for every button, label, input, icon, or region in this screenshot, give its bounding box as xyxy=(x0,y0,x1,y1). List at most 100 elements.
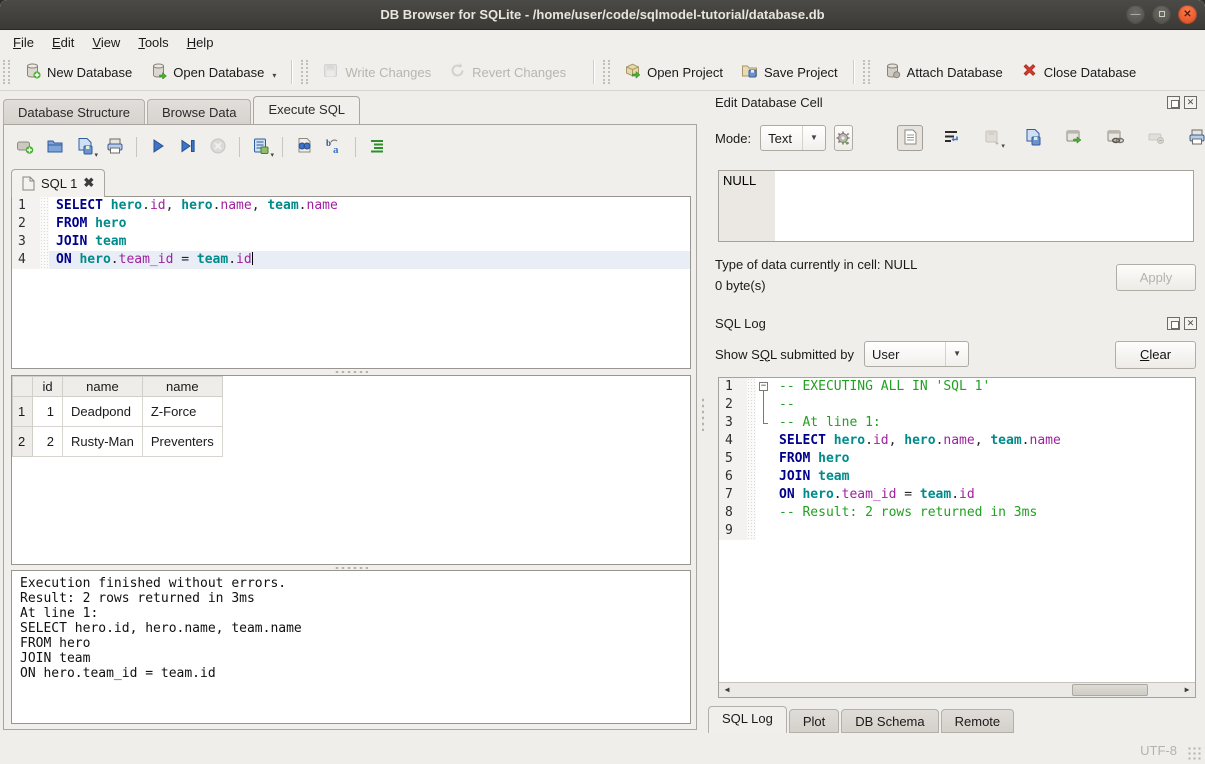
scroll-left-icon[interactable]: ◀ xyxy=(719,683,735,697)
tab-database-structure[interactable]: Database Structure xyxy=(3,99,145,124)
table-row[interactable]: 11DeadpondZ-Force xyxy=(13,397,223,427)
open-project-button[interactable]: Open Project xyxy=(615,57,732,87)
main-tab-area: Database StructureBrowse DataExecute SQL… xyxy=(0,91,703,736)
close-tab-icon[interactable]: ✖ xyxy=(83,175,94,191)
dock-tab-remote[interactable]: Remote xyxy=(941,709,1015,733)
sql-code-editor[interactable]: 1SELECT hero.id, hero.name, team.name2FR… xyxy=(11,196,691,369)
import-settings-button[interactable] xyxy=(834,125,853,151)
mode-select[interactable]: Text ▼ xyxy=(760,125,826,151)
find-text-button[interactable] xyxy=(291,134,317,160)
save-sql-file-button[interactable]: ▾ xyxy=(72,134,98,160)
save-project-button[interactable]: Save Project xyxy=(732,57,847,87)
code-text: -- xyxy=(772,396,1195,414)
fold-collapse-icon[interactable]: − xyxy=(759,382,768,391)
row-header[interactable]: 1 xyxy=(13,397,33,427)
toolbar-handle[interactable] xyxy=(863,60,870,84)
print-cell-button[interactable] xyxy=(1184,125,1205,151)
dropdown-arrow-icon[interactable]: ▾ xyxy=(94,151,98,159)
open-sql-file-button[interactable] xyxy=(42,134,68,160)
code-text: ON hero.team_id = team.id xyxy=(49,251,690,269)
open-database-button[interactable]: Open Database▾ xyxy=(141,57,285,87)
dropdown-arrow-icon[interactable]: ▾ xyxy=(272,71,276,82)
filter-value: User xyxy=(872,347,935,362)
splitter-main[interactable] xyxy=(699,91,707,736)
cell[interactable]: 2 xyxy=(33,427,63,457)
close-icon[interactable]: ✕ xyxy=(1178,5,1197,24)
revert-changes-label: Revert Changes xyxy=(472,65,566,80)
table-corner[interactable] xyxy=(13,377,33,397)
scrollbar-thumb[interactable] xyxy=(1072,684,1147,696)
sql-log-view[interactable]: 1−-- EXECUTING ALL IN 'SQL 1'2--3-- At l… xyxy=(718,377,1196,698)
tab-execute-sql[interactable]: Execute SQL xyxy=(253,96,360,124)
fold-line xyxy=(763,396,764,414)
toolbar-handle[interactable] xyxy=(301,60,308,84)
resize-grip[interactable] xyxy=(1188,747,1202,761)
cell[interactable]: Rusty-Man xyxy=(63,427,143,457)
execute-all-button[interactable] xyxy=(145,134,171,160)
dock-tab-plot[interactable]: Plot xyxy=(789,709,839,733)
apply-button[interactable]: Apply xyxy=(1116,264,1196,291)
menu-tools[interactable]: Tools xyxy=(129,32,177,53)
toolbar-handle[interactable] xyxy=(603,60,610,84)
line-number: 4 xyxy=(12,251,40,269)
line-number: 4 xyxy=(719,432,747,450)
scroll-right-icon[interactable]: ▶ xyxy=(1179,683,1195,697)
open-database-icon xyxy=(150,62,167,82)
text-mode-icon xyxy=(901,128,919,149)
word-wrap-button[interactable] xyxy=(938,125,964,151)
column-header-id[interactable]: id xyxy=(33,377,63,397)
results-grid[interactable]: idnamename11DeadpondZ-Force22Rusty-ManPr… xyxy=(11,375,691,565)
cell[interactable]: Deadpond xyxy=(63,397,143,427)
save-results-view-button[interactable]: ▾ xyxy=(248,134,274,160)
menu-file[interactable]: File xyxy=(4,32,43,53)
encoding-indicator[interactable]: UTF-8 xyxy=(1140,743,1177,758)
float-dock-icon[interactable] xyxy=(1167,96,1180,109)
attach-database-button[interactable]: Attach Database xyxy=(875,57,1012,87)
menu-help[interactable]: Help xyxy=(178,32,223,53)
new-database-button[interactable]: New Database xyxy=(15,57,141,87)
column-header-name[interactable]: name xyxy=(142,377,222,397)
fold-line xyxy=(763,414,764,423)
table-row[interactable]: 22Rusty-ManPreventers xyxy=(13,427,223,457)
menu-view[interactable]: View xyxy=(83,32,129,53)
close-dock-icon[interactable]: ✕ xyxy=(1184,317,1197,330)
find-replace-icon: ba xyxy=(325,137,343,158)
cell-value-editor[interactable]: NULL xyxy=(718,170,1194,242)
close-database-button[interactable]: Close Database xyxy=(1012,57,1146,87)
save-data-button[interactable] xyxy=(1020,125,1046,151)
dock-tab-db-schema[interactable]: DB Schema xyxy=(841,709,938,733)
auto-format-button[interactable] xyxy=(364,134,390,160)
fold-margin[interactable]: − xyxy=(756,378,772,396)
row-header[interactable]: 2 xyxy=(13,427,33,457)
float-dock-icon[interactable] xyxy=(1167,317,1180,330)
tab-browse-data[interactable]: Browse Data xyxy=(147,99,251,124)
column-header-name[interactable]: name xyxy=(63,377,143,397)
cell[interactable]: Z-Force xyxy=(142,397,222,427)
menu-edit[interactable]: Edit xyxy=(43,32,83,53)
minimize-icon[interactable]: — xyxy=(1126,5,1145,24)
close-dock-icon[interactable]: ✕ xyxy=(1184,96,1197,109)
maximize-icon[interactable] xyxy=(1152,5,1171,24)
dock-tab-sql-log[interactable]: SQL Log xyxy=(708,706,787,733)
cell[interactable]: 1 xyxy=(33,397,63,427)
code-text: FROM hero xyxy=(49,215,690,233)
new-sql-tab-button[interactable] xyxy=(12,134,38,160)
cell[interactable]: Preventers xyxy=(142,427,222,457)
scrollbar-track[interactable] xyxy=(735,683,1179,697)
titlebar[interactable]: DB Browser for SQLite - /home/user/code/… xyxy=(0,0,1205,30)
find-replace-button[interactable]: ba xyxy=(321,134,347,160)
dropdown-arrow-icon[interactable]: ▾ xyxy=(270,151,274,159)
toolbar-separator xyxy=(355,137,356,157)
clear-log-button[interactable]: Clear xyxy=(1115,341,1196,369)
text-mode-button[interactable] xyxy=(897,125,923,151)
execution-log[interactable]: Execution finished without errors. Resul… xyxy=(11,570,691,724)
tab-sql-1[interactable]: SQL 1 ✖ xyxy=(11,169,105,197)
log-filter-select[interactable]: User ▼ xyxy=(864,341,969,367)
open-external-button[interactable] xyxy=(1061,125,1087,151)
print-sql-button[interactable] xyxy=(102,134,128,160)
horizontal-scrollbar[interactable]: ◀ ▶ xyxy=(719,682,1195,697)
cell-size-text: 0 byte(s) xyxy=(715,275,1095,296)
execute-current-line-button[interactable] xyxy=(175,134,201,160)
toolbar-handle[interactable] xyxy=(3,60,10,84)
copy-link-button[interactable] xyxy=(1102,125,1128,151)
